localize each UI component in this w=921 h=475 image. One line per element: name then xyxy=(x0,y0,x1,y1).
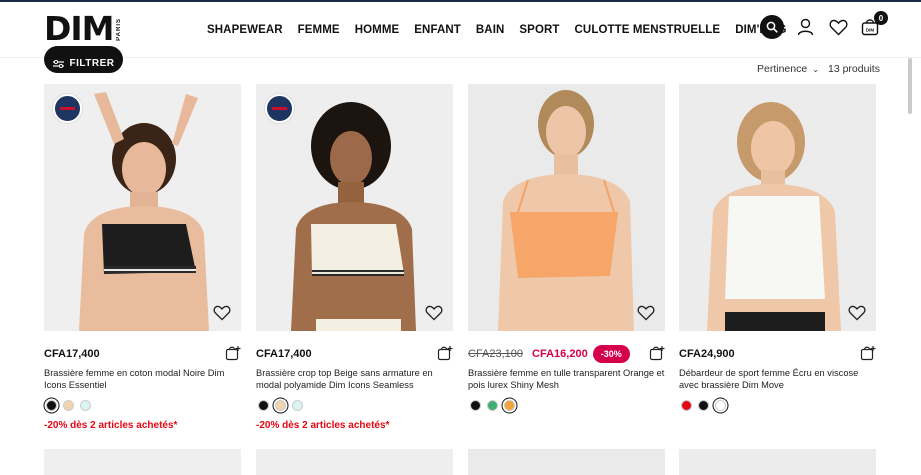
price-row: CFA17,400 xyxy=(256,346,453,362)
filter-icon xyxy=(52,59,64,68)
search-icon xyxy=(766,21,778,33)
add-to-cart-icon[interactable] xyxy=(225,345,241,361)
color-swatch[interactable] xyxy=(487,400,498,411)
cart-button[interactable]: DIM 0 xyxy=(860,11,888,37)
sale-price: CFA16,200 xyxy=(532,348,588,360)
product-card[interactable]: CFA17,400 Brassière crop top Beige sans … xyxy=(256,84,453,431)
model-photo xyxy=(498,90,634,331)
filter-label: FILTRER xyxy=(69,58,115,69)
nav-item-culotte-menstruelle[interactable]: CULOTTE MENSTRUELLE xyxy=(575,24,721,36)
price-row: CFA17,400 xyxy=(44,346,241,362)
product-name[interactable]: Débardeur de sport femme Écru en viscose… xyxy=(679,367,876,391)
site-header: DIM PARIS SHAPEWEAR FEMME HOMME ENFANT B… xyxy=(0,2,921,58)
logo-wordmark: DIM xyxy=(44,9,115,48)
color-swatch[interactable] xyxy=(698,400,709,411)
nav-item-sport[interactable]: SPORT xyxy=(519,24,559,36)
product-price: CFA24,900 xyxy=(679,348,735,360)
svg-text:DIM: DIM xyxy=(866,28,875,33)
product-card[interactable]: CFA24,900 Débardeur de sport femme Écru … xyxy=(679,84,876,411)
logo-subtitle: PARIS xyxy=(115,17,122,41)
color-swatch[interactable] xyxy=(292,400,303,411)
cart-count-badge: 0 xyxy=(874,11,888,25)
promo-text: -20% dès 2 articles achetés* xyxy=(44,420,178,431)
nav-item-shapewear[interactable]: SHAPEWEAR xyxy=(207,24,283,36)
original-price: CFA23,100 xyxy=(468,348,524,360)
dim-logo[interactable]: DIM PARIS xyxy=(44,9,122,48)
product-price: CFA17,400 xyxy=(256,348,312,360)
product-image[interactable] xyxy=(256,84,453,331)
color-swatch[interactable] xyxy=(470,400,481,411)
product-image[interactable] xyxy=(44,84,241,331)
product-card[interactable]: CFA23,100 CFA16,200 -30% Brassière femme… xyxy=(468,84,665,411)
product-name[interactable]: Brassière crop top Beige sans armature e… xyxy=(256,367,453,391)
account-button[interactable] xyxy=(795,17,815,37)
add-to-cart-icon[interactable] xyxy=(860,345,876,361)
product-card[interactable]: CFA17,400 Brassière femme en coton modal… xyxy=(44,84,241,431)
nav-item-homme[interactable]: HOMME xyxy=(355,24,400,36)
page-scrollbar[interactable] xyxy=(908,58,912,114)
sort-label: Pertinence xyxy=(757,63,808,75)
price-row: CFA24,900 xyxy=(679,346,876,362)
product-image[interactable] xyxy=(44,449,241,475)
color-swatches xyxy=(44,400,241,411)
product-name[interactable]: Brassière femme en coton modal Noire Dim… xyxy=(44,367,241,391)
heart-icon[interactable] xyxy=(425,305,443,321)
color-swatch[interactable] xyxy=(46,400,57,411)
add-to-cart-icon[interactable] xyxy=(649,345,665,361)
color-swatch[interactable] xyxy=(504,400,515,411)
discount-badge: -30% xyxy=(592,345,630,363)
nav-item-femme[interactable]: FEMME xyxy=(298,24,340,36)
listing-toolbar: FILTRER Pertinence ⌄ 13 produits xyxy=(0,46,921,82)
color-swatch[interactable] xyxy=(715,400,726,411)
product-name[interactable]: Brassière femme en tulle transparent Ora… xyxy=(468,367,665,391)
product-image[interactable] xyxy=(679,84,876,331)
main-nav: SHAPEWEAR FEMME HOMME ENFANT BAIN SPORT … xyxy=(207,24,802,36)
sort-dropdown[interactable]: Pertinence ⌄ xyxy=(757,63,819,75)
product-count: 13 produits xyxy=(828,63,880,75)
product-image[interactable] xyxy=(679,449,876,475)
color-swatch[interactable] xyxy=(80,400,91,411)
color-swatch[interactable] xyxy=(63,400,74,411)
product-image[interactable] xyxy=(468,84,665,331)
nav-item-bain[interactable]: BAIN xyxy=(476,24,505,36)
product-image[interactable] xyxy=(256,449,453,475)
quality-badge-icon xyxy=(265,94,294,123)
nav-item-enfant[interactable]: ENFANT xyxy=(414,24,461,36)
model-photo xyxy=(707,102,841,331)
product-price: CFA17,400 xyxy=(44,348,100,360)
color-swatches xyxy=(468,400,665,411)
chevron-down-icon: ⌄ xyxy=(812,65,819,74)
heart-icon[interactable] xyxy=(848,305,866,321)
wishlist-button[interactable] xyxy=(828,17,848,37)
filter-button[interactable]: FILTRER xyxy=(44,46,123,73)
color-swatches xyxy=(679,400,876,411)
quality-badge-icon xyxy=(53,94,82,123)
promo-text: -20% dès 2 articles achetés* xyxy=(256,420,390,431)
search-button[interactable] xyxy=(760,15,784,39)
heart-icon xyxy=(828,19,848,35)
header-actions: DIM 0 xyxy=(760,11,888,39)
color-swatch[interactable] xyxy=(258,400,269,411)
color-swatch[interactable] xyxy=(681,400,692,411)
add-to-cart-icon[interactable] xyxy=(437,345,453,361)
color-swatch[interactable] xyxy=(275,400,286,411)
price-row: CFA23,100 CFA16,200 -30% xyxy=(468,345,665,363)
heart-icon[interactable] xyxy=(637,305,655,321)
heart-icon[interactable] xyxy=(213,305,231,321)
product-image[interactable] xyxy=(468,449,665,475)
color-swatches xyxy=(256,400,453,411)
user-icon xyxy=(797,18,813,36)
